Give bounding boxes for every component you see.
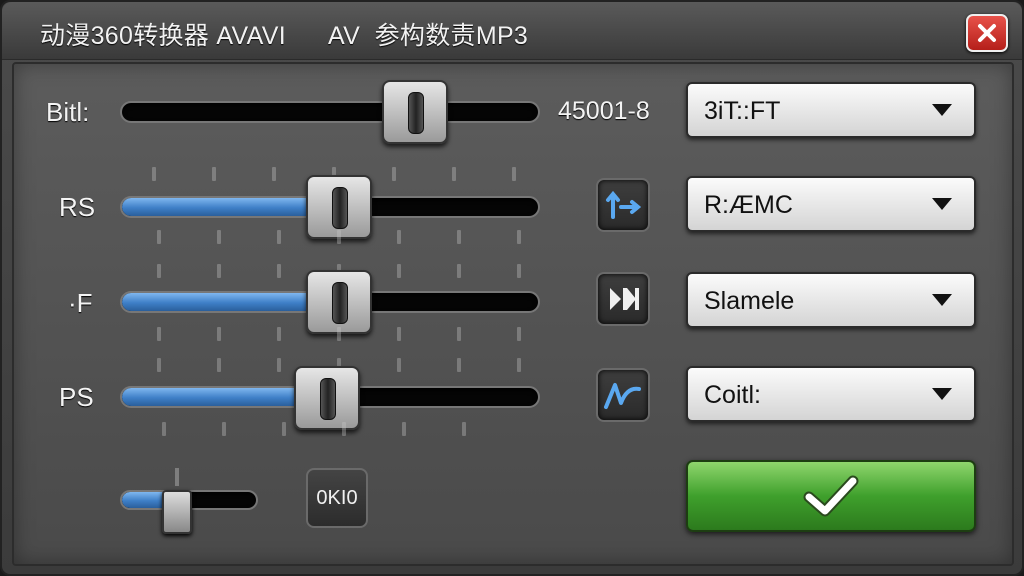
ok-small-button[interactable]: 0KI0 <box>306 468 368 528</box>
f-dropdown[interactable]: Slamele <box>686 272 976 328</box>
bitrate-dropdown[interactable]: 3iT::FT <box>686 82 976 138</box>
rs-label: RS <box>59 192 96 222</box>
close-button[interactable] <box>966 14 1008 52</box>
rs-dropdown[interactable]: R:ÆMC <box>686 176 976 232</box>
chevron-down-icon <box>932 198 952 210</box>
close-x-icon <box>978 24 996 42</box>
slider-ticks <box>157 327 537 341</box>
chevron-down-icon <box>932 104 952 116</box>
confirm-button[interactable] <box>686 460 976 532</box>
ps-label: PS <box>59 382 94 412</box>
waveform-button[interactable] <box>596 368 650 422</box>
ps-dropdown-value: Coitl: <box>704 381 761 409</box>
swap-button[interactable] <box>596 178 650 232</box>
bitrate-slider-thumb[interactable] <box>382 80 448 144</box>
title-bar: 动漫360转换器 AVAVI AV 参构数责MP3 <box>2 2 1022 60</box>
window-title: 动漫360转换器 AVAVI AV 参构数责MP3 <box>40 22 529 50</box>
f-label: ·F <box>68 288 93 318</box>
checkmark-icon <box>803 475 859 517</box>
slider-ticks <box>162 422 542 436</box>
skip-forward-icon <box>610 288 639 310</box>
f-slider-thumb[interactable] <box>306 270 372 334</box>
ps-slider-fill <box>122 388 307 406</box>
skip-button[interactable] <box>596 272 650 326</box>
mini-slider-tick <box>175 468 179 486</box>
f-slider-fill <box>122 293 322 311</box>
ps-dropdown[interactable]: Coitl: <box>686 366 976 422</box>
rs-dropdown-value: R:ÆMC <box>704 191 793 219</box>
mini-slider-thumb[interactable] <box>162 490 192 534</box>
bitrate-value: 45001-8 <box>558 97 650 125</box>
bitrate-label: Bitl: <box>46 97 90 127</box>
ps-slider-thumb[interactable] <box>294 366 360 430</box>
bitrate-slider-track[interactable] <box>120 101 540 123</box>
converter-window: 动漫360转换器 AVAVI AV 参构数责MP3 Bitl: 45001-8 … <box>0 0 1024 576</box>
bitrate-dropdown-value: 3iT::FT <box>704 97 781 125</box>
slider-ticks <box>157 230 537 244</box>
f-dropdown-value: Slamele <box>704 287 795 315</box>
swap-arrows-icon <box>606 190 642 219</box>
rs-slider-fill <box>122 198 322 216</box>
chevron-down-icon <box>932 294 952 306</box>
waveform-icon <box>604 383 641 409</box>
chevron-down-icon <box>932 388 952 400</box>
